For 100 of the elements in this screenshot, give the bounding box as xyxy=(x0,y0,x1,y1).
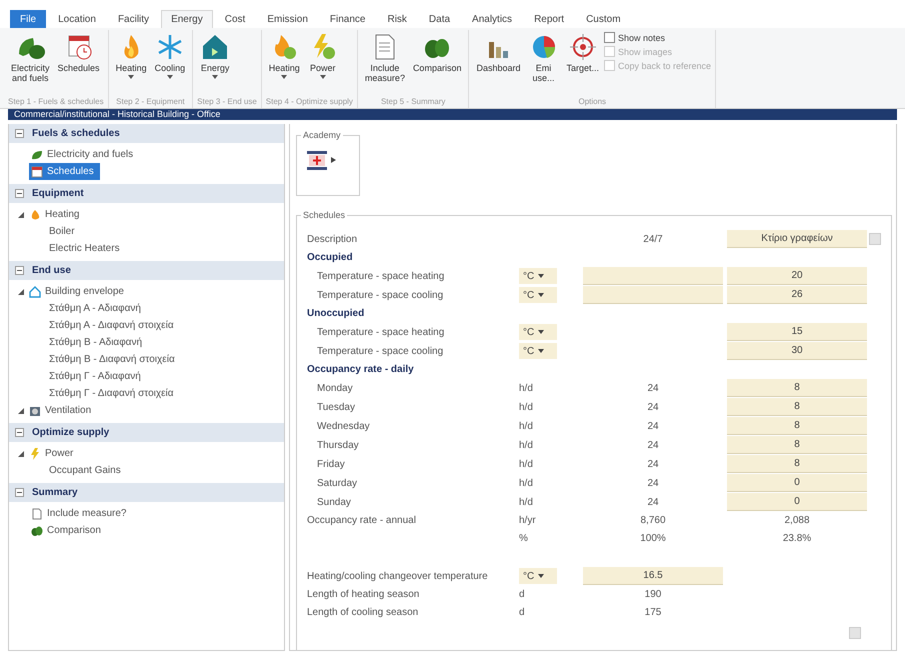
value-text: 24 xyxy=(646,382,660,396)
unit-label: d xyxy=(519,588,526,602)
ribbon-button[interactable]: Heating xyxy=(266,30,303,97)
ribbon-button[interactable]: Dashboard xyxy=(473,30,524,97)
field-label: Heating/cooling changeover temperature xyxy=(307,570,489,584)
value-text: 8,760 xyxy=(639,514,667,528)
input-field[interactable]: 16.5 xyxy=(583,567,723,585)
tree-item[interactable]: Στάθμη Β - Διαφανή στοιχεία xyxy=(9,351,181,368)
file-menu-tab[interactable]: File xyxy=(10,10,46,28)
tree-item[interactable]: Στάθμη Γ - Αδιαφανή xyxy=(9,368,147,385)
unit-dropdown[interactable]: °C xyxy=(519,568,557,584)
input-field[interactable]: 8 xyxy=(727,398,867,416)
section-header[interactable]: Equipment xyxy=(9,184,284,203)
flame-icon xyxy=(29,208,41,220)
caret-icon xyxy=(166,74,174,80)
option-checkbox[interactable]: Show notes xyxy=(604,32,712,43)
tree-item[interactable]: Στάθμη Β - Αδιαφανή xyxy=(9,334,148,351)
expanded-arrow-icon[interactable] xyxy=(17,406,25,414)
tree-item[interactable]: Include measure? xyxy=(29,505,132,522)
expanded-arrow-icon[interactable] xyxy=(17,450,25,458)
input-field[interactable]: 0 xyxy=(727,474,867,492)
field-label: Temperature - space cooling xyxy=(316,344,444,358)
tree-item[interactable]: Στάθμη Α - Αδιαφανή xyxy=(9,300,147,317)
ribbon-button[interactable]: Include measure? xyxy=(362,30,408,97)
tree-item[interactable]: Occupant Gains xyxy=(9,462,127,479)
section-header[interactable]: End use xyxy=(9,261,284,280)
input-field[interactable] xyxy=(583,286,723,304)
value-text: 100% xyxy=(639,532,667,546)
ribbon-button[interactable]: Cooling xyxy=(152,30,188,97)
input-field[interactable]: 20 xyxy=(727,267,867,285)
unit-dropdown[interactable]: °C xyxy=(519,343,557,359)
ribbon-tab[interactable]: Risk xyxy=(377,10,417,28)
input-field[interactable]: 8 xyxy=(727,436,867,454)
ribbon-button[interactable]: Comparison xyxy=(410,30,464,97)
ribbon-tab[interactable]: Report xyxy=(524,10,574,28)
tree-item[interactable]: Στάθμη Α - Διαφανή στοιχεία xyxy=(9,317,180,334)
ribbon-tab[interactable]: Emission xyxy=(257,10,318,28)
ribbon-tab[interactable]: Cost xyxy=(214,10,256,28)
bolt-icon xyxy=(29,448,41,460)
ribbon-button[interactable]: Schedules xyxy=(54,30,103,97)
field-label: Length of heating season xyxy=(307,588,420,602)
section-header[interactable]: Fuels & schedules xyxy=(9,124,284,143)
section-heading: Unoccupied xyxy=(307,307,366,321)
ribbon-tab[interactable]: Data xyxy=(418,10,460,28)
group-label: Academy xyxy=(302,130,342,140)
ribbon-tab[interactable]: Finance xyxy=(320,10,376,28)
section-header[interactable]: Summary xyxy=(9,483,284,502)
ribbon-tab[interactable]: Analytics xyxy=(462,10,522,28)
tree-item[interactable]: Electricity and fuels xyxy=(29,146,140,163)
ribbon-tab[interactable]: Facility xyxy=(108,10,160,28)
tree-item[interactable]: Comparison xyxy=(29,522,107,539)
input-field[interactable]: 0 xyxy=(727,493,867,511)
value-text: 24 xyxy=(646,496,660,510)
tree-item[interactable]: Στάθμη Γ - Διαφανή στοιχεία xyxy=(9,385,180,402)
value-text: 24 xyxy=(646,400,660,414)
ribbon-button[interactable]: Emi use... xyxy=(526,30,562,97)
input-field[interactable]: 26 xyxy=(727,286,867,304)
ribbon-button[interactable]: Power xyxy=(304,30,341,97)
checkbox[interactable] xyxy=(604,32,616,43)
expanded-arrow-icon[interactable] xyxy=(17,210,25,218)
input-field[interactable]: 8 xyxy=(727,379,867,397)
field-label: Monday xyxy=(316,382,354,396)
input-field[interactable]: 8 xyxy=(727,455,867,473)
ribbon-group-label: Step 2 - Equipment xyxy=(115,97,186,108)
tree-item[interactable]: Building envelope xyxy=(27,283,130,300)
unit-label: h/d xyxy=(519,438,534,452)
unit-dropdown[interactable]: °C xyxy=(519,324,557,340)
leaves-icon xyxy=(31,524,43,536)
unit-dropdown[interactable]: °C xyxy=(519,287,557,303)
ribbon-tab[interactable]: Custom xyxy=(576,10,631,28)
tree-item[interactable]: Boiler xyxy=(9,223,81,240)
tree-item[interactable]: Schedules xyxy=(29,163,100,180)
ribbon-button[interactable]: Energy xyxy=(197,30,234,97)
tree-item[interactable]: Heating xyxy=(27,206,86,223)
document-title-bar: Commercial/institutional - Historical Building - Office xyxy=(8,109,897,120)
section-header[interactable]: Optimize supply xyxy=(9,423,284,442)
field-label: Occupancy rate - annual xyxy=(307,514,417,528)
input-field[interactable] xyxy=(583,267,723,285)
input-field[interactable]: 8 xyxy=(727,417,867,435)
description-field[interactable]: Κτίριο γραφείων xyxy=(727,230,867,248)
collapse-icon xyxy=(15,428,24,437)
tree-item[interactable]: Power xyxy=(27,445,80,462)
expanded-arrow-icon[interactable] xyxy=(17,288,25,296)
ribbon-button[interactable]: Target... xyxy=(564,30,602,97)
ribbon-button[interactable]: Heating xyxy=(112,30,150,97)
ribbon-button[interactable]: Electricity and fuels xyxy=(8,30,53,97)
unit-label: h/d xyxy=(519,496,534,510)
field-label: Temperature - space heating xyxy=(316,326,446,340)
field-label: Friday xyxy=(316,458,346,472)
ribbon-tab[interactable]: Energy xyxy=(161,10,213,28)
ribbon-tab[interactable]: Location xyxy=(48,10,106,28)
tree-item[interactable]: Ventilation xyxy=(27,402,98,419)
tree-item[interactable]: Electric Heaters xyxy=(9,240,126,257)
input-field[interactable]: 15 xyxy=(727,323,867,341)
field-label: Thursday xyxy=(316,438,360,452)
field-label: Sunday xyxy=(316,496,352,510)
unit-dropdown[interactable]: °C xyxy=(519,268,557,284)
unit-label: d xyxy=(519,606,526,620)
input-field[interactable]: 30 xyxy=(727,342,867,360)
house-outline-icon xyxy=(29,286,41,298)
